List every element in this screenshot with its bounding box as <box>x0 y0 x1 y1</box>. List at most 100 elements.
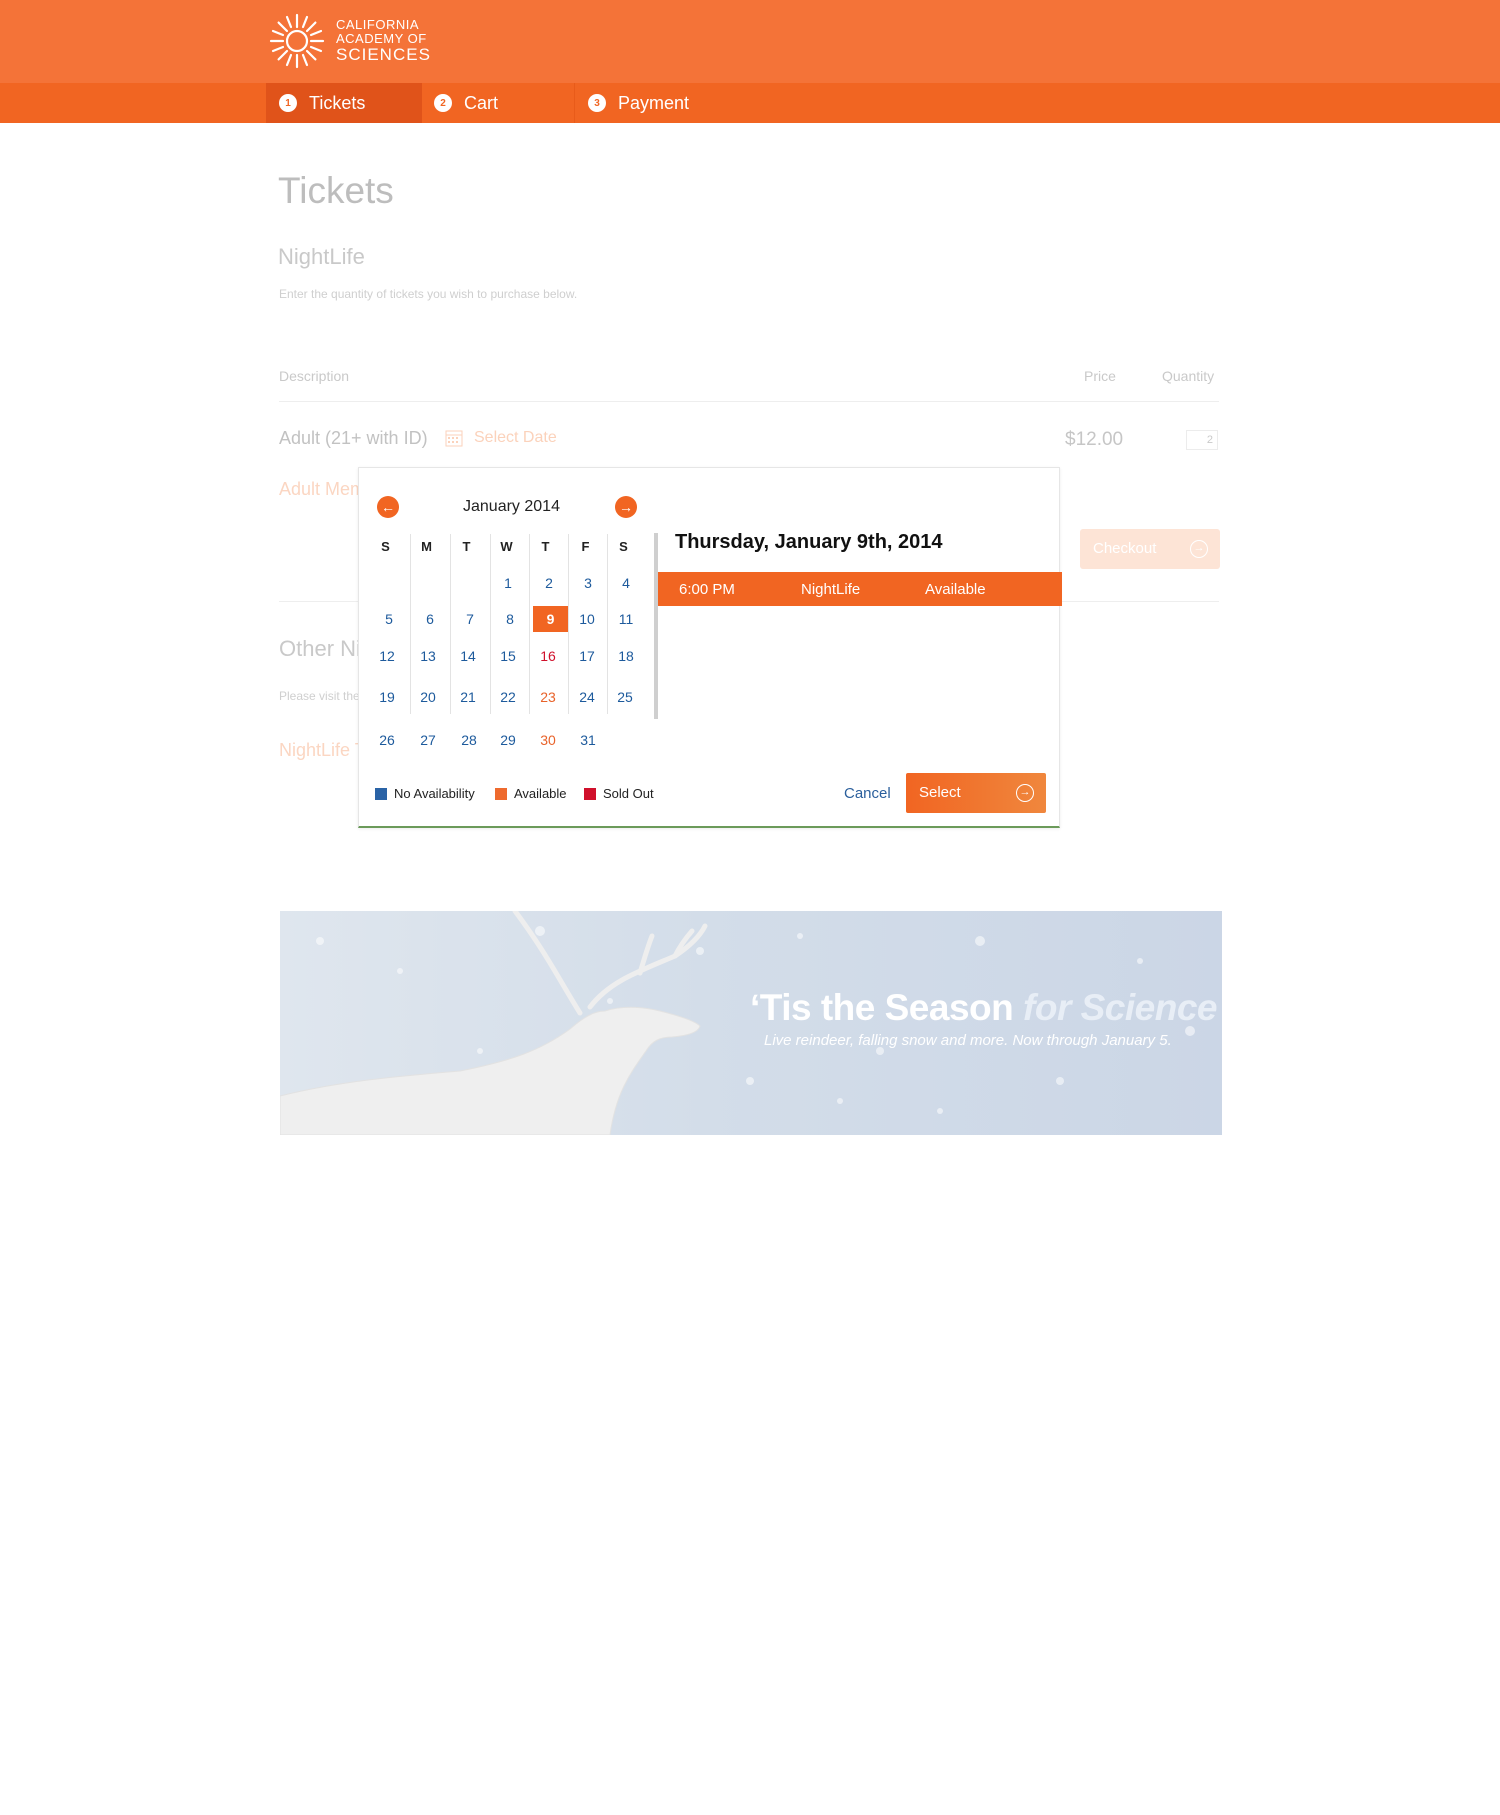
step-number: 2 <box>434 94 452 112</box>
time-slot-row[interactable]: 6:00 PM NightLife Available <box>658 572 1062 606</box>
calendar-day[interactable]: 20 <box>412 684 444 710</box>
calendar-day[interactable]: 5 <box>373 606 405 632</box>
sunburst-logo-icon <box>269 13 325 69</box>
calendar-day-selected[interactable]: 9 <box>533 606 568 632</box>
calendar-day[interactable]: 14 <box>452 643 484 669</box>
calendar-day[interactable]: 27 <box>412 727 444 753</box>
step-label: Cart <box>464 92 499 113</box>
intro-text: Enter the quantity of tickets you wish t… <box>279 287 578 301</box>
logo-line-1: CALIFORNIA <box>336 16 420 32</box>
calendar-day[interactable]: 21 <box>452 684 484 710</box>
checkout-button[interactable]: Checkout → <box>1080 529 1220 569</box>
slot-status: Available <box>925 581 986 598</box>
weekday-header: T <box>541 539 550 554</box>
legend-sold-out: Sold Out <box>584 786 654 801</box>
arrow-right-icon: → <box>1016 784 1034 802</box>
calendar-day[interactable]: 4 <box>610 570 642 596</box>
ticket-label: Adult (21+ with ID) <box>279 428 428 448</box>
calendar-day[interactable]: 24 <box>571 684 603 710</box>
calendar-gridline <box>410 534 411 714</box>
calendar-day[interactable]: 12 <box>371 643 403 669</box>
calendar-day[interactable]: 25 <box>609 684 641 710</box>
legend-swatch <box>584 787 596 800</box>
legend-label: Sold Out <box>603 786 654 801</box>
calendar-gridline <box>529 534 530 714</box>
calendar-day[interactable]: 19 <box>371 684 403 710</box>
other-section-text: Please visit the <box>279 689 359 703</box>
step-number: 3 <box>588 94 606 112</box>
date-picker-modal: ← January 2014 → S M T W T F S 1 2 3 4 5… <box>358 467 1062 828</box>
calendar-day[interactable]: 17 <box>571 643 603 669</box>
site-header: CALIFORNIA ACADEMY OF SCIENCES <box>0 0 1500 83</box>
calendar-day-available[interactable]: 23 <box>532 684 564 710</box>
calendar-day[interactable]: 11 <box>610 606 642 632</box>
weekday-header: M <box>421 539 432 554</box>
select-label: Select <box>919 784 961 801</box>
calendar-day[interactable]: 15 <box>492 643 524 669</box>
logo-line-3: SCIENCES <box>336 45 431 65</box>
promo-banner[interactable]: ‘Tis the Season for Science Live reindee… <box>280 911 1222 1135</box>
calendar-day[interactable]: 2 <box>533 570 565 596</box>
quantity-input[interactable]: 2 <box>1186 430 1218 450</box>
logo-wordmark: CALIFORNIA ACADEMY OF SCIENCES <box>336 18 431 64</box>
legend-swatch <box>375 787 387 800</box>
legend-swatch <box>495 787 507 800</box>
next-month-arrow-icon[interactable]: → <box>615 496 637 518</box>
calendar-day[interactable]: 22 <box>492 684 524 710</box>
legend-label: No Availability <box>394 786 475 801</box>
step-tickets[interactable]: 1 Tickets <box>266 83 422 123</box>
calendar-day[interactable]: 13 <box>412 643 444 669</box>
other-section-title: Other NightLife <box>279 636 359 661</box>
step-number: 1 <box>279 94 297 112</box>
weekday-header: T <box>462 539 471 554</box>
calendar-day[interactable]: 26 <box>371 727 403 753</box>
calendar-day[interactable]: 28 <box>453 727 485 753</box>
nightlife-tickets-link[interactable]: NightLife Tickets <box>279 740 359 761</box>
column-header-price: Price <box>1084 368 1116 384</box>
legend-label: Available <box>514 786 567 801</box>
selected-date-heading: Thursday, January 9th, 2014 <box>675 531 943 553</box>
prev-month-arrow-icon[interactable]: ← <box>377 496 399 518</box>
academy-logo[interactable]: CALIFORNIA ACADEMY OF SCIENCES <box>268 12 431 70</box>
section-title: NightLife <box>278 244 365 269</box>
calendar-day[interactable]: 1 <box>492 570 524 596</box>
calendar-day[interactable]: 8 <box>494 606 526 632</box>
weekday-header: S <box>619 539 628 554</box>
calendar-day[interactable]: 29 <box>492 727 524 753</box>
calendar-icon[interactable] <box>445 429 463 447</box>
step-label: Tickets <box>309 92 366 113</box>
calendar-day[interactable]: 31 <box>572 727 604 753</box>
select-button[interactable]: Select → <box>906 773 1046 813</box>
logo-line-2: ACADEMY OF <box>336 30 427 46</box>
calendar-day[interactable]: 10 <box>571 606 603 632</box>
weekday-header: F <box>581 539 590 554</box>
calendar-day-available[interactable]: 30 <box>532 727 564 753</box>
calendar-gridline <box>490 534 491 714</box>
select-date-link[interactable]: Select Date <box>474 429 557 447</box>
checkout-label: Checkout <box>1093 540 1157 557</box>
banner-title-main: ‘Tis the Season <box>750 987 1014 1028</box>
calendar-day[interactable]: 7 <box>454 606 486 632</box>
banner-title: ‘Tis the Season for Science <box>750 987 1218 1029</box>
step-cart[interactable]: 2 Cart <box>422 83 574 123</box>
month-title: January 2014 <box>463 498 560 515</box>
cancel-button[interactable]: Cancel <box>844 785 891 802</box>
calendar-day[interactable]: 18 <box>610 643 642 669</box>
legend-no-availability: No Availability <box>375 786 475 801</box>
calendar-gridline <box>568 534 569 714</box>
slot-time: 6:00 PM <box>679 581 735 598</box>
calendar-gridline <box>450 534 451 714</box>
calendar-day-sold-out[interactable]: 16 <box>532 643 564 669</box>
step-payment[interactable]: 3 Payment <box>575 83 735 123</box>
banner-subtitle: Live reindeer, falling snow and more. No… <box>764 1032 1172 1049</box>
calendar-scrollbar[interactable] <box>654 533 658 719</box>
calendar-day[interactable]: 6 <box>414 606 446 632</box>
calendar-day[interactable]: 3 <box>572 570 604 596</box>
page-title: Tickets <box>278 170 394 211</box>
calendar-gridline <box>607 534 608 714</box>
column-header-quantity: Quantity <box>1162 368 1215 384</box>
slot-event: NightLife <box>801 581 861 598</box>
ticket-price: $12.00 <box>1065 429 1124 450</box>
legend-available: Available <box>495 786 567 801</box>
weekday-header: S <box>381 539 390 554</box>
